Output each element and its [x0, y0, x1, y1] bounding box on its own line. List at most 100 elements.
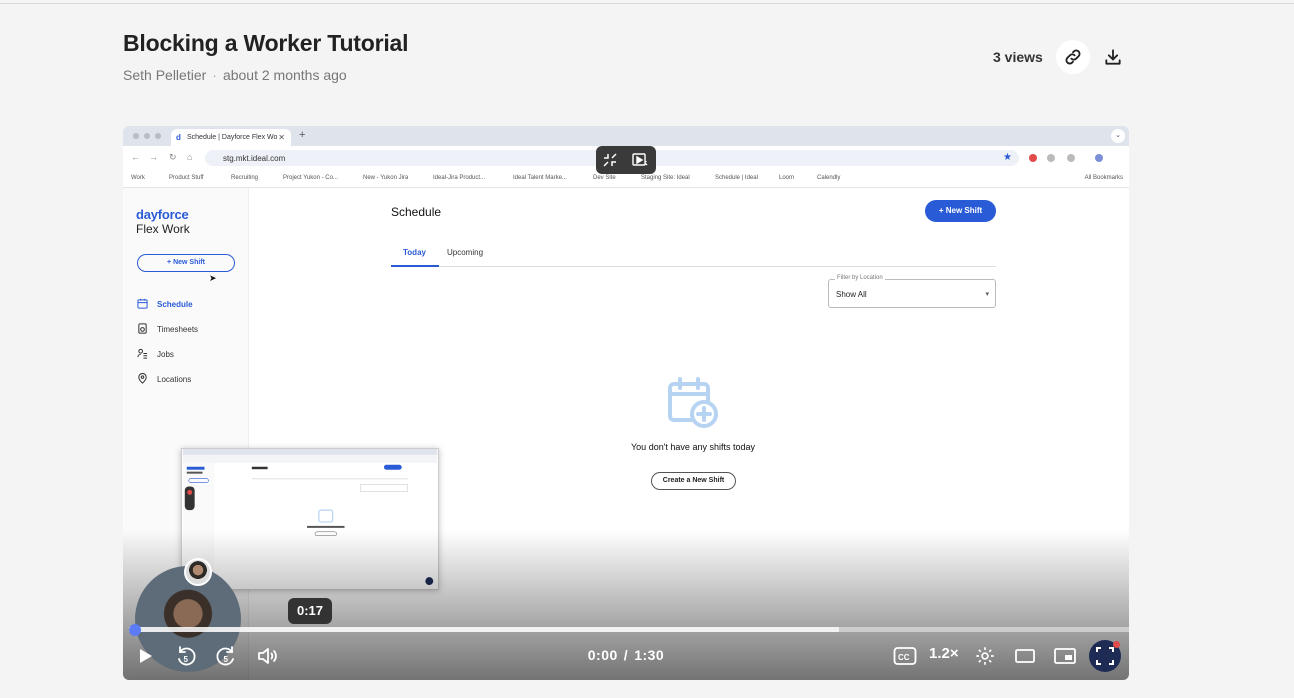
bookmark-item: Loom — [779, 175, 795, 181]
avatar — [184, 558, 212, 586]
bookmark-item: Work — [131, 175, 145, 181]
all-bookmarks: All Bookmarks — [1084, 175, 1123, 181]
bookmark-item: Staging Site: Ideal — [641, 175, 690, 181]
author-name[interactable]: Seth Pelletier — [123, 67, 206, 83]
tab-divider — [391, 266, 996, 267]
captions-button[interactable]: CC — [892, 645, 918, 667]
bookmark-star-icon: ★ — [1003, 152, 1012, 163]
active-tab-indicator — [391, 265, 439, 267]
link-icon — [1065, 49, 1081, 65]
current-time: 0:00 — [587, 647, 618, 663]
theater-mode-button[interactable] — [1013, 645, 1037, 667]
posted-time: about 2 months ago — [222, 67, 347, 83]
sidebar-new-shift-button: + New Shift — [137, 254, 235, 272]
bookmark-item: New - Yukon Jira — [363, 175, 409, 181]
bookmark-item: Product Stuff — [169, 175, 204, 181]
volume-icon — [258, 648, 277, 664]
bookmark-item: Ideal Talent Marke... — [513, 175, 567, 181]
play-button[interactable] — [133, 645, 157, 667]
copy-link-button[interactable] — [1056, 40, 1090, 74]
meta-separator: · — [212, 67, 217, 83]
new-shift-button: + New Shift — [925, 200, 996, 222]
progress-scrubber-handle[interactable] — [129, 624, 141, 636]
sidebar-item-label: Schedule — [157, 300, 193, 309]
play-sparkle-icon[interactable] — [632, 152, 648, 168]
create-new-shift-button: Create a New Shift — [651, 472, 736, 490]
chevron-down-icon: ▾ — [985, 291, 989, 298]
location-pin-icon — [138, 373, 147, 384]
address-url: stg.mkt.ideal.com — [223, 154, 286, 163]
picture-in-picture-icon — [1054, 648, 1076, 664]
home-icon: ⌂ — [187, 152, 193, 162]
forward-5-icon: 5 — [216, 646, 234, 666]
recording-tool-controls[interactable] — [596, 146, 656, 174]
favicon-icon: d — [176, 133, 181, 142]
svg-text:5: 5 — [224, 655, 229, 664]
empty-state-message: You don't have any shifts today — [631, 442, 755, 452]
time-separator: / — [623, 647, 629, 663]
sidebar-item-locations: Locations — [137, 373, 237, 387]
progress-track[interactable] — [129, 627, 1129, 632]
new-shift-label: New Shift — [945, 206, 983, 215]
rewind-5-button[interactable]: 5 — [173, 645, 199, 667]
sidebar-item-label: Jobs — [157, 350, 174, 359]
jobs-icon — [137, 348, 148, 359]
tab-menu-icon: ⌄ — [1111, 129, 1125, 143]
window-dot — [144, 133, 150, 139]
extension-icon — [1067, 154, 1075, 162]
back-icon: ← — [131, 152, 140, 162]
volume-button[interactable] — [254, 645, 280, 667]
duration: 1:30 — [634, 647, 665, 663]
sidebar-new-shift-label: New Shift — [173, 259, 205, 266]
rewind-5-icon: 5 — [178, 646, 196, 666]
tab-upcoming: Upcoming — [447, 248, 484, 257]
bookmark-item: Schedule | Ideal — [715, 175, 758, 181]
sidebar-item-schedule: Schedule — [137, 298, 237, 312]
settings-button[interactable] — [973, 645, 997, 667]
fullscreen-button[interactable] — [1089, 640, 1121, 672]
timesheet-icon — [138, 323, 147, 334]
mouse-cursor-icon: ➤ — [209, 273, 217, 283]
filter-value: Show All — [836, 290, 867, 299]
bookmark-item: Calendly — [817, 175, 841, 181]
new-tab-icon: + — [299, 129, 306, 141]
bookmark-item: Dev Site — [593, 175, 616, 181]
progress-buffered — [129, 627, 839, 632]
forward-5-button[interactable]: 5 — [213, 645, 239, 667]
hover-time-tooltip: 0:17 — [288, 598, 332, 624]
app-logo: dayforce — [136, 207, 189, 222]
play-icon — [140, 649, 152, 663]
browser-tab: d Schedule | Dayforce Flex Wo ✕ — [171, 129, 291, 146]
sidebar-item-timesheets: Timesheets — [137, 323, 237, 337]
view-count: 3 views — [993, 49, 1043, 65]
window-dot — [133, 133, 139, 139]
schedule-heading: Schedule — [391, 205, 442, 219]
cc-icon: CC — [893, 647, 917, 665]
playback-speed-button[interactable]: 1.2× — [929, 645, 959, 662]
filter-label: Filter by Location — [835, 275, 885, 281]
sidebar-item-label: Timesheets — [157, 325, 199, 334]
app-logo-subtitle: Flex Work — [136, 222, 190, 236]
video-title: Blocking a Worker Tutorial — [123, 30, 409, 56]
exit-fullscreen-icon[interactable] — [602, 152, 618, 168]
download-icon — [1105, 49, 1121, 65]
picture-in-picture-button[interactable] — [1052, 645, 1078, 667]
calendar-add-icon — [668, 377, 718, 428]
svg-text:5: 5 — [184, 655, 189, 664]
video-player[interactable]: d Schedule | Dayforce Flex Wo ✕ + ⌄ ← → ↻ … — [123, 126, 1129, 680]
reload-icon: ↻ — [169, 152, 177, 162]
browser-tab-bar: d Schedule | Dayforce Flex Wo ✕ + ⌄ — [123, 126, 1129, 146]
bookmark-item: Ideal-Jira Product... — [433, 175, 486, 181]
gear-icon — [976, 647, 994, 665]
close-tab-icon: ✕ — [278, 133, 285, 142]
download-button[interactable] — [1096, 40, 1130, 74]
top-divider — [0, 3, 1294, 4]
extension-icon — [1047, 154, 1055, 162]
bookmark-item: Recruiting — [231, 175, 259, 181]
bookmark-item: Project Yukon - Co... — [283, 175, 338, 181]
forward-icon: → — [149, 152, 158, 162]
location-filter-select: Filter by Location Show All ▾ — [828, 275, 996, 308]
window-dot — [155, 133, 161, 139]
profile-icon — [1095, 154, 1103, 162]
theater-mode-icon — [1015, 649, 1035, 663]
